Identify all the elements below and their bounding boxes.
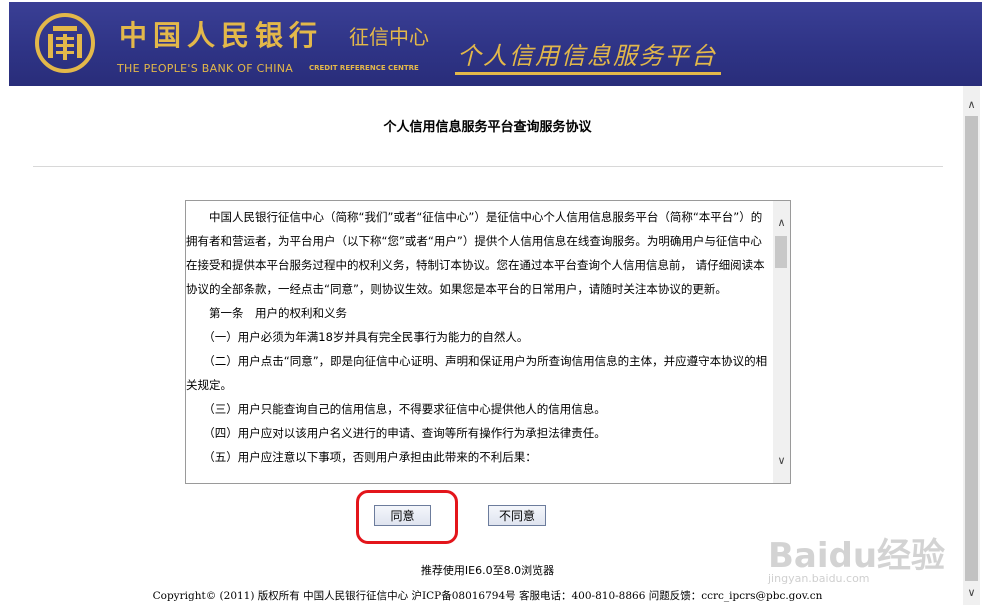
agreement-paragraph: （四）用户应对以该用户名义进行的申请、查询等所有操作行为承担法律责任。 [186, 426, 606, 440]
agreement-paragraph: （一）用户必须为年满18岁并具有完全民事行为能力的自然人。 [186, 330, 529, 344]
chevron-up-icon[interactable]: ∧ [773, 214, 790, 231]
agreement-textbox[interactable]: 中国人民银行征信中心（简称“我们”或者“征信中心”）是征信中心个人信用信息服务平… [185, 200, 791, 484]
header-banner: 中国人民银行 征信中心 THE PEOPLE'S BANK OF CHINA C… [9, 2, 982, 86]
chevron-up-icon[interactable]: ∧ [963, 96, 980, 113]
agreement-paragraph: （五）用户应注意以下事项，否则用户承担由此带来的不利后果： [186, 450, 537, 464]
agreement-paragraph: 中国人民银行征信中心（简称“我们”或者“征信中心”）是征信中心个人信用信息服务平… [186, 210, 765, 296]
centre-name-en: CREDIT REFERENCE CENTRE [309, 64, 419, 72]
agreement-scrollbar[interactable]: ∧ ∨ [773, 201, 790, 483]
bank-name-cn: 中国人民银行 [119, 19, 324, 52]
chevron-down-icon[interactable]: ∨ [963, 584, 980, 601]
bank-name-en: THE PEOPLE'S BANK OF CHINA [117, 62, 294, 75]
page-title: 个人信用信息服务平台查询服务协议 [383, 120, 592, 135]
platform-name: 个人信用信息服务平台 [457, 42, 717, 70]
agreement-content: 中国人民银行征信中心（简称“我们”或者“征信中心”）是征信中心个人信用信息服务平… [186, 201, 772, 469]
watermark-url: jingyan.baidu.com [768, 572, 870, 585]
watermark-text: Baidu经验 [768, 536, 946, 576]
baidu-watermark: Baidu经验 jingyan.baidu.com [768, 520, 958, 600]
agreement-paragraph: （二）用户点击“同意”，即是向征信中心证明、声明和保证用户为所查询信用信息的主体… [186, 354, 768, 392]
header-underline [455, 72, 721, 75]
page-scroll-thumb[interactable] [965, 116, 978, 581]
agree-button[interactable]: 同意 [374, 505, 431, 526]
agreement-paragraph: （三）用户只能查询自己的信用信息，不得要求征信中心提供他人的信用信息。 [186, 402, 606, 416]
agreement-paragraph: 第一条 用户的权利和义务 [186, 306, 347, 320]
agreement-scroll-thumb[interactable] [775, 236, 787, 268]
centre-name-cn: 征信中心 [349, 25, 429, 49]
bank-emblem-icon [35, 13, 95, 73]
title-divider [33, 166, 943, 167]
disagree-button[interactable]: 不同意 [488, 505, 546, 526]
chevron-down-icon[interactable]: ∨ [773, 452, 790, 469]
page-scrollbar[interactable]: ∧ ∨ [963, 86, 980, 605]
